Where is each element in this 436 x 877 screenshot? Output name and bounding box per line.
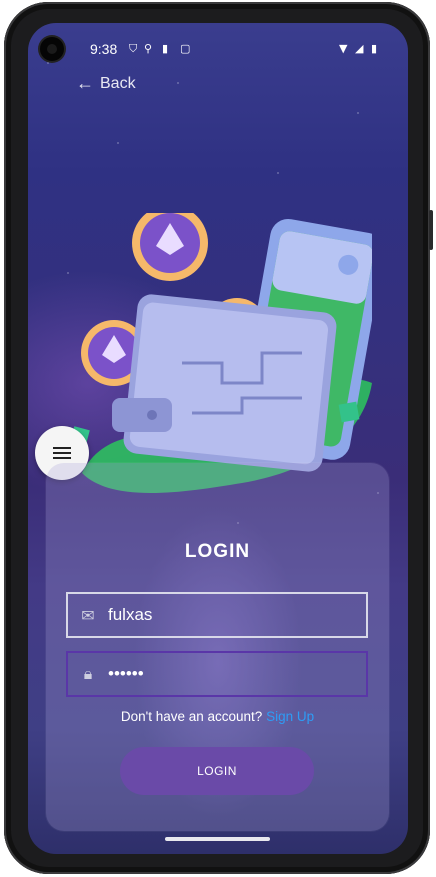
wifi-icon: ▼ (339, 42, 348, 55)
lock-icon: 🔒︎ (83, 664, 93, 683)
crypto-wallet-illustration (72, 213, 372, 493)
screenshot-icon: ▢ (180, 42, 191, 55)
username-input[interactable] (108, 605, 366, 625)
username-field[interactable]: ✉ (66, 592, 368, 638)
signup-link[interactable]: Sign Up (266, 709, 314, 724)
login-title: LOGIN (184, 541, 251, 562)
back-label: Back (100, 74, 136, 92)
battery-icon: ▮ (371, 42, 378, 55)
login-button[interactable]: LOGIN (120, 747, 314, 795)
app-screen: 9:38 ⛉ ⚲ ▮ ▢ ▼ ◢ ▮ ← Back LOGIN ✉ fulxas… (28, 23, 408, 854)
arrow-left-icon: ← (76, 73, 94, 93)
envelope-icon: ✉ (81, 605, 95, 625)
status-bar: 9:38 ⛉ ⚲ ▮ ▢ ▼ ◢ ▮ (28, 39, 408, 59)
signal-icon: ◢ (355, 42, 364, 55)
home-indicator[interactable] (165, 837, 270, 841)
hamburger-icon (53, 447, 71, 459)
sim-card-icon: ▮ (162, 42, 169, 55)
status-time: 9:38 (90, 41, 118, 57)
back-button[interactable]: ← Back (76, 73, 136, 94)
login-card: LOGIN ✉ 🔒︎ Don't have an account? Sign U… (46, 463, 389, 831)
signup-row: Don't have an account? Sign Up (46, 709, 389, 724)
side-button (429, 210, 433, 250)
password-field[interactable]: 🔒︎ (66, 651, 368, 697)
password-input[interactable] (108, 664, 366, 684)
signup-prompt: Don't have an account? (120, 709, 263, 724)
shield-icon: ⛉ (129, 42, 138, 55)
usb-icon: ⚲ (144, 42, 153, 55)
